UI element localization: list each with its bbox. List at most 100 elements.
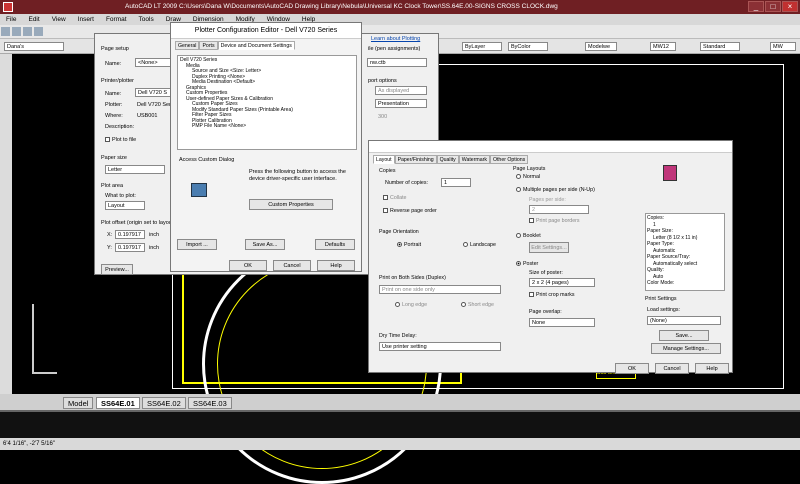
collate-checkbox[interactable]: Collate	[383, 195, 407, 201]
reverse-order-checkbox[interactable]: Reverse page order	[383, 208, 437, 214]
props-ok-button[interactable]: OK	[615, 363, 649, 374]
save-settings-button[interactable]: Save...	[659, 330, 709, 341]
crop-marks-checkbox[interactable]: Print crop marks	[529, 292, 575, 298]
new-icon[interactable]	[1, 27, 10, 36]
menu-item[interactable]: Edit	[28, 14, 39, 25]
x-offset-label: X:	[107, 232, 113, 238]
plot-to-file-label: Plot to file	[112, 137, 137, 143]
tab-paper-finishing[interactable]: Paper/Finishing	[394, 155, 437, 164]
pen-assignments-select[interactable]: nw.ctb	[367, 58, 427, 67]
model-select[interactable]: Modelwe	[585, 42, 617, 51]
page-overlap-select[interactable]: None	[529, 318, 595, 327]
tab-other-options[interactable]: Other Options	[489, 155, 529, 164]
pages-per-side-select[interactable]: 2	[529, 205, 589, 214]
close-button[interactable]: ×	[782, 1, 798, 12]
load-settings-select[interactable]: (None)	[647, 316, 721, 325]
dimstyle-select[interactable]: MW12	[650, 42, 676, 51]
print-settings-label: Print Settings	[645, 296, 677, 302]
duplex-select[interactable]: Print on one side only	[379, 285, 501, 294]
shaded-viewport-label: port options	[368, 78, 397, 84]
description-label: Description:	[105, 124, 135, 130]
poster-radio[interactable]: Poster	[516, 261, 538, 267]
page-borders-label: Print page borders	[536, 218, 580, 224]
poster-label: Poster	[523, 261, 539, 267]
settings-tree[interactable]: Dell V720 Series Media Source and Size <Si…	[177, 55, 357, 150]
open-icon[interactable]	[12, 27, 21, 36]
textstyle-select[interactable]: Standard	[700, 42, 740, 51]
plot-to-file-checkbox[interactable]: Plot to file	[105, 137, 136, 143]
learn-plotting-link[interactable]: Learn about Plotting	[371, 36, 420, 42]
manage-settings-button[interactable]: Manage Settings...	[651, 343, 721, 354]
pce-ok-button[interactable]: OK	[229, 260, 267, 271]
coordinate-readout: 6'4 1/16", -2'7 5/16"	[3, 441, 55, 447]
menu-bar: File Edit View Insert Format Tools Draw Dimensi…	[0, 14, 800, 25]
printer-name-select[interactable]: Dell V720 S	[135, 88, 171, 97]
paper-size-select[interactable]: Letter	[105, 165, 165, 174]
props-cancel-button[interactable]: Cancel	[655, 363, 689, 374]
printer-name-label: Name:	[105, 91, 122, 97]
props-help-button[interactable]: Help	[695, 363, 729, 374]
menu-item[interactable]: File	[6, 14, 16, 25]
crop-marks-label: Print crop marks	[536, 292, 575, 298]
minimize-button[interactable]: _	[748, 1, 764, 12]
menu-item[interactable]: View	[52, 14, 66, 25]
tab-watermark[interactable]: Watermark	[458, 155, 490, 164]
tab-device-settings[interactable]: Device and Document Settings	[217, 41, 295, 50]
mw-select[interactable]: MW	[770, 42, 796, 51]
tree-item[interactable]: PMP File Name <None>	[180, 123, 354, 130]
tab-model[interactable]: Model	[63, 397, 94, 409]
maximize-button[interactable]: □	[765, 1, 781, 12]
save-as-button[interactable]: Save As...	[245, 239, 285, 250]
where-label: Where:	[105, 113, 123, 119]
color-select[interactable]: ByColor	[508, 42, 548, 51]
nup-label: Multiple pages per side (N-Up)	[523, 187, 595, 193]
summary-line: Color Mode:	[647, 280, 675, 286]
tab-ss64e01[interactable]: SS64E.01	[96, 397, 140, 409]
booklet-label: Booklet	[523, 233, 541, 239]
draw-toolbar	[0, 54, 12, 394]
tab-ss64e03[interactable]: SS64E.03	[188, 397, 232, 409]
tab-quality[interactable]: Quality	[436, 155, 459, 164]
save-icon[interactable]	[23, 27, 32, 36]
booklet-radio[interactable]: Booklet	[516, 233, 541, 239]
layer-select[interactable]: ByLayer	[462, 42, 502, 51]
landscape-radio[interactable]: Landscape	[463, 242, 496, 248]
page-setup-name-select[interactable]: <None>	[135, 58, 175, 67]
nup-radio[interactable]: Multiple pages per side (N-Up)	[516, 187, 595, 193]
menu-item[interactable]: Tools	[139, 14, 154, 25]
tab-layout[interactable]: Layout	[373, 155, 395, 164]
tab-ports[interactable]: Ports	[199, 41, 218, 50]
defaults-button[interactable]: Defaults	[315, 239, 355, 250]
print-icon[interactable]	[34, 27, 43, 36]
what-to-plot-select[interactable]: Layout	[105, 201, 145, 210]
collate-label: Collate	[390, 195, 407, 201]
shade-plot-select[interactable]: As displayed	[375, 86, 427, 95]
menu-item[interactable]: Insert	[78, 14, 94, 25]
poster-size-select[interactable]: 2 x 2 (4 pages)	[529, 278, 595, 287]
long-edge-radio[interactable]: Long edge	[395, 302, 427, 308]
page-borders-checkbox[interactable]: Print page borders	[529, 218, 580, 224]
y-offset-input[interactable]: 0.197917	[115, 243, 145, 252]
preview-button[interactable]: Preview...	[101, 264, 133, 275]
short-edge-radio[interactable]: Short edge	[461, 302, 494, 308]
dry-time-select[interactable]: Use printer setting	[379, 342, 501, 351]
import-button[interactable]: Import ...	[177, 239, 217, 250]
tab-general[interactable]: General	[175, 41, 200, 50]
command-line[interactable]	[0, 410, 800, 438]
custom-properties-button[interactable]: Custom Properties	[249, 199, 333, 210]
x-offset-input[interactable]: 0.197917	[115, 230, 145, 239]
workspace-select[interactable]: Dana's	[4, 42, 64, 51]
quality-select[interactable]: Presentation	[375, 99, 427, 108]
pce-cancel-button[interactable]: Cancel	[273, 260, 311, 271]
normal-radio[interactable]: Normal	[516, 174, 540, 180]
plotter-label: Plotter:	[105, 102, 123, 108]
tab-ss64e02[interactable]: SS64E.02	[142, 397, 186, 409]
portrait-radio[interactable]: Portrait	[397, 242, 421, 248]
printer-properties-dialog: Layout Paper/Finishing Quality Watermark Oth…	[368, 140, 733, 374]
app-icon[interactable]	[3, 2, 13, 12]
dry-time-label: Dry Time Delay:	[379, 333, 417, 339]
menu-item[interactable]: Format	[106, 14, 127, 25]
edit-settings-button[interactable]: Edit Settings...	[529, 242, 569, 253]
pce-help-button[interactable]: Help	[317, 260, 355, 271]
copies-input[interactable]: 1	[441, 178, 471, 187]
